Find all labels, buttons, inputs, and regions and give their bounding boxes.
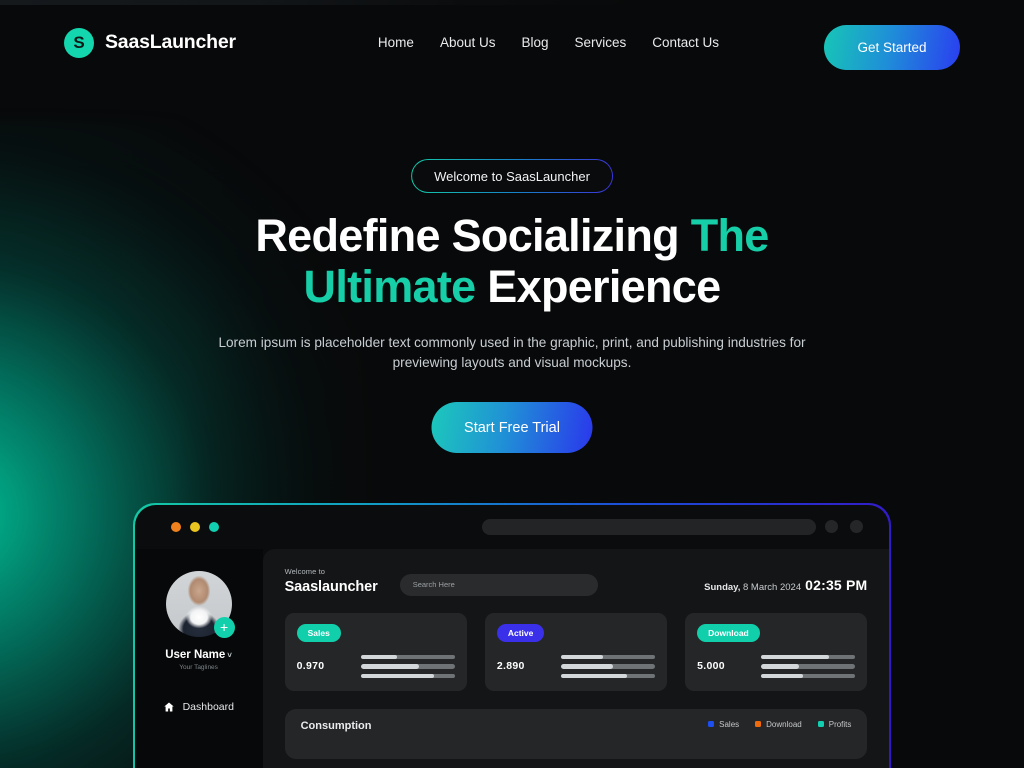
dashboard-topbar: Welcome to Saaslauncher Search Here Sund…	[285, 566, 868, 596]
stat-bar	[561, 654, 656, 660]
stat-bar	[561, 664, 656, 669]
dashboard-body: + User Name ˅ Your Taglines Dashboard We…	[134, 548, 890, 768]
stat-value: 5.000	[697, 660, 725, 673]
hero-title-part-4: Experience	[475, 261, 721, 313]
dashboard-main: Welcome to Saaslauncher Search Here Sund…	[262, 548, 890, 768]
hero-title-part-1: Redefine Socializing	[255, 210, 691, 261]
window-traffic-lights	[170, 521, 219, 532]
hero-title-accent-the: The	[690, 210, 770, 261]
status-badge: Active	[496, 623, 545, 642]
consumption-panel: Consumption Sales Download Profits	[284, 708, 868, 759]
legend-swatch-icon	[817, 721, 824, 728]
stat-bar	[561, 673, 656, 679]
hero-subtitle: Lorem ipsum is placeholder text commonly…	[218, 335, 806, 370]
chevron-down-icon: ˅	[227, 650, 232, 660]
stat-card-download[interactable]: Download 5.000	[685, 612, 868, 691]
search-placeholder: Search Here	[412, 580, 455, 590]
date-rest: 8 March 2024	[740, 581, 802, 593]
mock-control-icon-1[interactable]	[825, 519, 839, 533]
user-name-label: User Name	[165, 648, 226, 661]
window-maximize-icon[interactable]	[208, 521, 219, 532]
stat-card-sales[interactable]: Sales 0.970	[284, 612, 467, 691]
hero-title-accent-ultimate: Ultimate	[303, 261, 477, 313]
stat-card-body: 2.890	[496, 654, 656, 679]
stat-bar	[761, 654, 856, 660]
sidebar-item-dashboard-label: Dashboard	[182, 700, 234, 713]
legend-item-download[interactable]: Download	[755, 720, 802, 729]
consumption-legend: Sales Download Profits	[708, 720, 851, 729]
window-minimize-icon[interactable]	[189, 521, 200, 532]
avatar-wrapper: +	[165, 570, 235, 638]
home-icon	[163, 702, 174, 712]
nav-link-home[interactable]: Home	[378, 35, 414, 50]
primary-nav: Home About Us Blog Services Contact Us	[378, 35, 719, 50]
hero-badge: Welcome to SaasLauncher	[411, 159, 613, 193]
stat-bars	[761, 654, 856, 679]
search-input[interactable]: Search Here	[399, 573, 598, 596]
mock-control-icon-2[interactable]	[850, 519, 864, 533]
consumption-title: Consumption	[300, 719, 372, 732]
nav-link-blog[interactable]: Blog	[521, 35, 548, 50]
legend-label: Sales	[719, 719, 740, 729]
stat-cards: Sales 0.970 Active 2.890 Download 5.000	[284, 612, 868, 691]
brand-logo[interactable]: S SaasLauncher	[64, 27, 236, 58]
stat-value: 0.970	[296, 660, 325, 673]
stat-value: 2.890	[496, 660, 525, 673]
stat-bars	[360, 654, 455, 679]
page-title: Redefine Socializing The Ultimate Experi…	[0, 210, 1024, 313]
stat-bar	[360, 654, 455, 660]
nav-link-contact-us[interactable]: Contact Us	[652, 35, 719, 50]
stat-bar	[360, 673, 455, 679]
user-tagline: Your Taglines	[179, 663, 218, 671]
sidebar-item-dashboard[interactable]: Dashboard	[135, 701, 263, 713]
mock-window-controls	[825, 519, 864, 533]
stat-bar	[761, 664, 856, 669]
nav-link-about-us[interactable]: About Us	[440, 35, 496, 50]
stat-card-body: 5.000	[697, 654, 856, 679]
landing-page: S SaasLauncher Home About Us Blog Servic…	[0, 0, 1024, 768]
welcome-large-text: Saaslauncher	[284, 578, 378, 595]
current-time: 02:35 PM	[805, 576, 868, 593]
date-weekday: Sunday,	[704, 581, 741, 593]
stat-bars	[561, 654, 656, 679]
welcome-small-text: Welcome to	[284, 566, 326, 576]
dashboard-mockup: + User Name ˅ Your Taglines Dashboard We…	[134, 504, 890, 768]
date-time-display: Sunday, 8 March 2024 02:35 PM	[704, 577, 867, 595]
user-name[interactable]: User Name ˅	[135, 649, 263, 661]
status-badge: Sales	[296, 623, 341, 642]
stat-bar	[360, 664, 455, 669]
legend-item-sales[interactable]: Sales	[708, 720, 739, 729]
status-badge: Download	[697, 623, 760, 642]
mock-url-bar[interactable]	[481, 518, 816, 535]
legend-label: Profits	[828, 719, 852, 729]
brand-name: SaasLauncher	[105, 31, 236, 53]
mock-browser-bar	[135, 505, 890, 549]
stat-card-body: 0.970	[296, 654, 455, 679]
legend-swatch-icon	[755, 721, 762, 728]
legend-swatch-icon	[708, 721, 715, 728]
get-started-button[interactable]: Get Started	[824, 25, 960, 70]
dashboard-welcome: Welcome to Saaslauncher	[285, 567, 378, 595]
legend-item-profits[interactable]: Profits	[817, 719, 852, 729]
logo-mark-icon: S	[64, 27, 94, 58]
add-photo-icon[interactable]: +	[213, 616, 235, 638]
site-header: S SaasLauncher Home About Us Blog Servic…	[0, 5, 1024, 80]
dashboard-sidebar: + User Name ˅ Your Taglines Dashboard	[134, 548, 263, 768]
stat-bar	[761, 673, 856, 679]
legend-label: Download	[766, 719, 802, 729]
dashboard-mockup-frame: + User Name ˅ Your Taglines Dashboard We…	[133, 503, 891, 768]
stat-card-active[interactable]: Active 2.890	[484, 612, 668, 691]
window-close-icon[interactable]	[170, 521, 181, 532]
start-free-trial-button[interactable]: Start Free Trial	[431, 402, 593, 453]
nav-link-services[interactable]: Services	[575, 35, 627, 50]
